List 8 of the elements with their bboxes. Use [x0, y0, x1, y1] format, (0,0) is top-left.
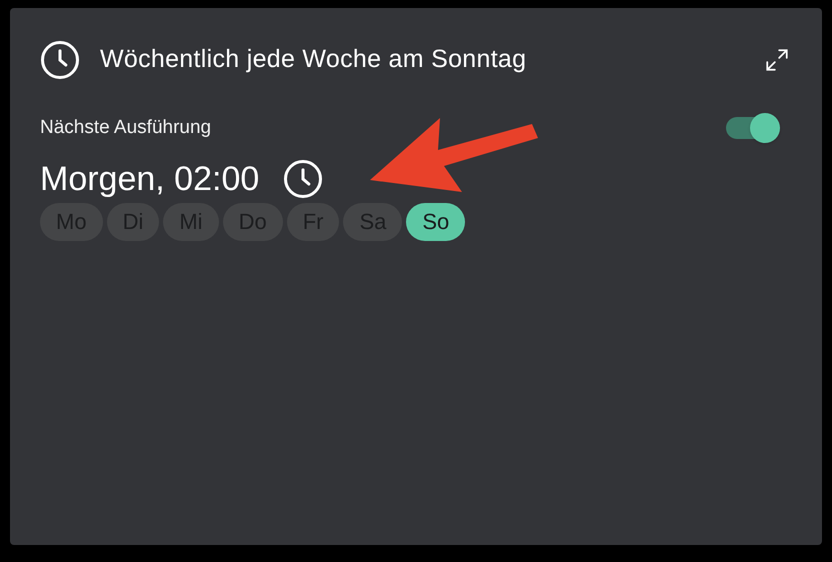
weekday-chip[interactable]: So: [406, 202, 466, 240]
toggle-switch[interactable]: [726, 115, 780, 142]
next-run-label: Nächste Ausführung: [40, 116, 212, 140]
expand-icon[interactable]: [764, 47, 790, 73]
clock-icon: [283, 158, 324, 198]
next-run-time: Morgen, 02:00: [40, 158, 260, 198]
clock-icon: [40, 40, 80, 80]
card-title: Wöchentlich jede Woche am Sonntag: [100, 44, 526, 76]
